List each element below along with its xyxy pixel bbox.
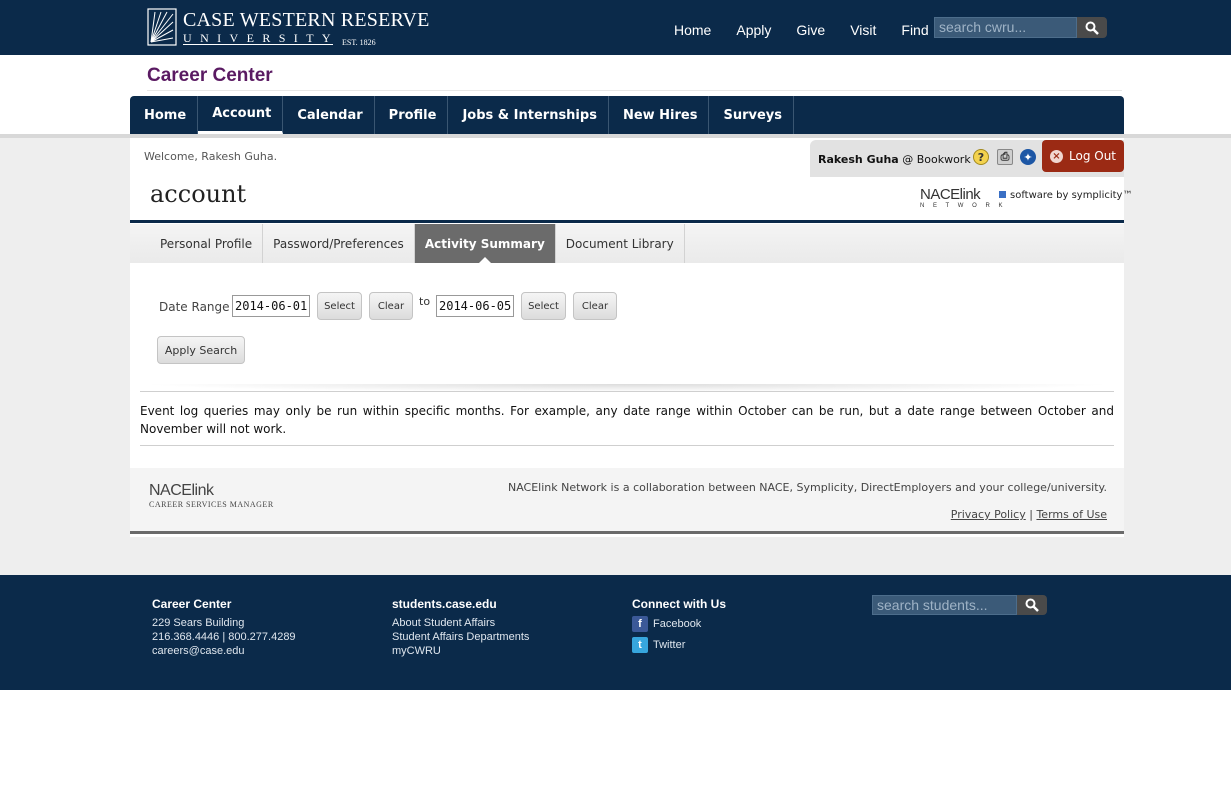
account-tabs: Personal Profile Password/Preferences Ac… bbox=[130, 224, 1124, 263]
twitter-link[interactable]: t Twitter bbox=[632, 637, 726, 653]
user-bar: Rakesh Guha @ Bookwork ? ⎙ ✦ × Log Out bbox=[810, 140, 1124, 177]
clear-from-date-button[interactable]: Clear bbox=[369, 292, 413, 320]
nav-surveys[interactable]: Surveys bbox=[709, 96, 795, 134]
nav-jobs-internships[interactable]: Jobs & Internships bbox=[448, 96, 609, 134]
select-from-date-button[interactable]: Select bbox=[317, 292, 362, 320]
welcome-message: Welcome, Rakesh Guha. bbox=[144, 150, 278, 163]
top-nav-give[interactable]: Give bbox=[796, 22, 825, 38]
footer-connect: Connect with Us f Facebook t Twitter bbox=[632, 597, 726, 658]
symplicity-square-icon bbox=[999, 191, 1006, 198]
twitter-icon: t bbox=[632, 637, 648, 653]
apply-search-button[interactable]: Apply Search bbox=[157, 336, 245, 364]
top-header: CASE WESTERN RESERVE UNIVERSITY EST. 182… bbox=[0, 0, 1231, 55]
career-services-manager-logo: NACElink CAREER SERVICES MANAGER bbox=[149, 482, 274, 509]
footer-students: students.case.edu About Student Affairs … bbox=[392, 597, 529, 658]
top-nav-find[interactable]: Find bbox=[901, 22, 928, 38]
nacelink-logo-text: NACElink bbox=[920, 186, 981, 203]
close-icon: × bbox=[1050, 149, 1063, 163]
date-range-label: Date Range bbox=[159, 300, 230, 314]
search-icon bbox=[1025, 598, 1039, 612]
tab-document-library[interactable]: Document Library bbox=[556, 224, 685, 263]
accessibility-icon[interactable]: ✦ bbox=[1020, 149, 1036, 165]
nav-home[interactable]: Home bbox=[130, 96, 199, 134]
terms-of-use-link[interactable]: Terms of Use bbox=[1036, 508, 1107, 521]
main-nav: Home Account Calendar Profile Jobs & Int… bbox=[130, 96, 1124, 134]
search-icon bbox=[1085, 21, 1099, 35]
nav-new-hires[interactable]: New Hires bbox=[609, 96, 710, 134]
university-logo[interactable]: CASE WESTERN RESERVE UNIVERSITY EST. 182… bbox=[147, 8, 429, 48]
logout-button[interactable]: × Log Out bbox=[1042, 140, 1124, 172]
date-from-input[interactable]: 2014-06-01 bbox=[232, 295, 310, 317]
footer-search: search students... bbox=[872, 595, 1047, 615]
facebook-icon: f bbox=[632, 616, 648, 632]
legal-links: Privacy Policy | Terms of Use bbox=[951, 508, 1107, 521]
event-log-note: Event log queries may only be run within… bbox=[140, 404, 1114, 436]
footer-phone: 216.368.4446 | 800.277.4289 bbox=[152, 631, 296, 643]
select-to-date-button[interactable]: Select bbox=[521, 292, 566, 320]
footer-connect-title: Connect with Us bbox=[632, 597, 727, 611]
tab-password-preferences[interactable]: Password/Preferences bbox=[263, 224, 415, 263]
footer-career-center: Career Center 229 Sears Building 216.368… bbox=[152, 597, 296, 658]
nacelink-network-logo: NACElink N E T W O R K bbox=[920, 186, 1006, 209]
divider bbox=[140, 391, 1114, 392]
tab-activity-summary[interactable]: Activity Summary bbox=[414, 224, 556, 263]
site-title[interactable]: Career Center bbox=[147, 65, 273, 87]
csm-logo-text: NACElink bbox=[149, 482, 214, 499]
title-divider bbox=[147, 90, 1122, 91]
logo-rule bbox=[183, 44, 333, 45]
twitter-label: Twitter bbox=[653, 639, 686, 651]
logout-label: Log Out bbox=[1069, 149, 1117, 163]
footer-search-button[interactable] bbox=[1017, 595, 1047, 615]
user-name: Rakesh Guha bbox=[818, 153, 899, 166]
top-nav-home[interactable]: Home bbox=[674, 22, 711, 38]
logo-name: CASE WESTERN RESERVE bbox=[183, 9, 430, 31]
date-range-to-label: to bbox=[419, 295, 431, 308]
csm-logo-subtext: CAREER SERVICES MANAGER bbox=[149, 500, 274, 509]
symplicity-credit: software by symplicity™ bbox=[999, 190, 1132, 201]
main-content: Welcome, Rakesh Guha. Rakesh Guha @ Book… bbox=[130, 138, 1132, 537]
collaboration-text: NACElink Network is a collaboration betw… bbox=[507, 481, 1107, 494]
help-icon[interactable]: ? bbox=[973, 149, 989, 165]
symplicity-text: software by symplicity™ bbox=[1010, 190, 1133, 201]
footer-mycwru-link[interactable]: myCWRU bbox=[392, 644, 529, 658]
footer-students-title[interactable]: students.case.edu bbox=[392, 597, 529, 611]
user-org: @ Bookwork bbox=[902, 153, 971, 166]
nacelink-logo-subtext: N E T W O R K bbox=[920, 203, 1006, 209]
top-nav-apply[interactable]: Apply bbox=[736, 22, 771, 38]
top-nav-visit[interactable]: Visit bbox=[850, 22, 876, 38]
top-search-input[interactable]: search cwru... bbox=[934, 17, 1077, 38]
page-title: account bbox=[150, 180, 247, 208]
privacy-policy-link[interactable]: Privacy Policy bbox=[951, 508, 1026, 521]
tab-personal-profile[interactable]: Personal Profile bbox=[150, 224, 264, 263]
divider bbox=[140, 445, 1114, 446]
nav-profile[interactable]: Profile bbox=[375, 96, 449, 134]
nav-calendar[interactable]: Calendar bbox=[283, 96, 375, 134]
footer-address: 229 Sears Building bbox=[152, 617, 245, 629]
user-identity: Rakesh Guha @ Bookwork bbox=[818, 153, 971, 166]
legal-separator: | bbox=[1029, 508, 1033, 521]
nacelink-footer: NACElink CAREER SERVICES MANAGER NACElin… bbox=[130, 468, 1124, 534]
top-search: search cwru... bbox=[934, 17, 1107, 38]
top-search-button[interactable] bbox=[1077, 17, 1107, 38]
sunburst-logo-icon bbox=[147, 8, 177, 46]
facebook-link[interactable]: f Facebook bbox=[632, 616, 726, 632]
date-to-input[interactable]: 2014-06-05 bbox=[436, 295, 514, 317]
print-icon[interactable]: ⎙ bbox=[997, 149, 1013, 165]
footer-about-student-affairs-link[interactable]: About Student Affairs bbox=[392, 616, 529, 630]
footer-career-center-title[interactable]: Career Center bbox=[152, 597, 296, 611]
facebook-label: Facebook bbox=[653, 618, 702, 630]
title-rule bbox=[130, 220, 1124, 223]
nav-account[interactable]: Account bbox=[198, 96, 284, 134]
top-nav: Home Apply Give Visit Find bbox=[674, 22, 954, 38]
clear-to-date-button[interactable]: Clear bbox=[573, 292, 617, 320]
logo-established: EST. 1826 bbox=[342, 38, 376, 47]
footer-student-affairs-departments-link[interactable]: Student Affairs Departments bbox=[392, 630, 529, 644]
site-footer: Career Center 229 Sears Building 216.368… bbox=[0, 575, 1231, 690]
footer-email[interactable]: careers@case.edu bbox=[152, 644, 296, 658]
footer-search-input[interactable]: search students... bbox=[872, 595, 1017, 615]
